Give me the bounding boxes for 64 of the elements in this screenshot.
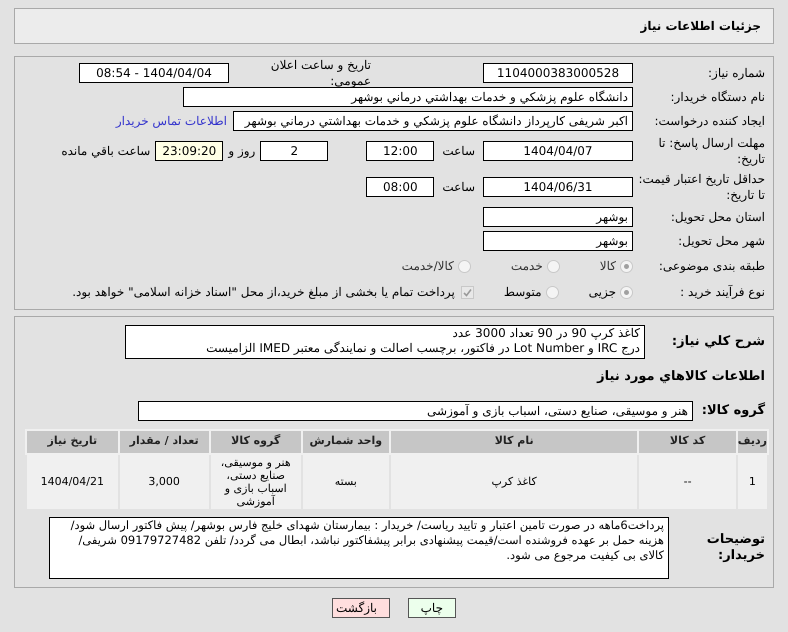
notes-box[interactable]: پرداخت6ماهه در صورت تامین اعتبار و تایید ریاست/ خریدار : بیمارستان شهدای خلیج فارس بوشهر/ پیش فاکتور ارسال شود/ هزینه حمل بر عهده فروشنده است/قیمت پیشنهادی برابر پیشفاکتور نباشد، ابطال می گردد/ تلفن 09179727482 شریفی/ کالای بی کیفیت مرجوع می شود.: [49, 516, 669, 578]
radio-label: متوسط: [504, 284, 542, 301]
column-header: واحد شمارش: [302, 430, 390, 454]
need-number-field: 1104000383000528: [483, 63, 633, 83]
radio-label: خدمت: [510, 258, 543, 275]
table-cell: بسته: [302, 454, 390, 510]
table-cell: کاغذ کرپ: [390, 454, 638, 510]
contact-link[interactable]: اطلاعات تماس خریدار: [116, 112, 227, 130]
field-label: توضیحات خریدار:: [706, 532, 766, 564]
remaining-time-field: 23:09:20: [155, 141, 224, 161]
print-button[interactable]: چاپ: [408, 598, 456, 618]
column-header: ردیف: [736, 430, 768, 454]
radio-label: کالا: [600, 258, 616, 275]
radio-button[interactable]: [620, 260, 633, 272]
column-header: تاریخ نیاز: [26, 430, 119, 454]
announce-date-field: 1404/04/04 - 08:54: [79, 63, 229, 83]
column-header: نام کالا: [390, 430, 638, 454]
field-label: شرح كلي نياز:: [670, 334, 766, 350]
field-label: طبقه بندی موضوعی:: [658, 258, 766, 274]
table-cell: 3,000: [118, 454, 210, 510]
table-cell: 1404/04/21: [26, 454, 119, 510]
goods-group-field: هنر و موسیقی، صنایع دستی، اسباب بازی و آموزشی: [138, 400, 693, 420]
checkbox-label: پرداخت تمام یا بخشی از مبلغ خرید،از محل "اسناد خزانه اسلامی" خواهد بود.: [72, 284, 455, 301]
field-label: شماره نیاز:: [707, 65, 766, 81]
column-header: گروه کالا: [210, 430, 302, 454]
days-text: روز و: [228, 143, 256, 160]
description-line: درج IRC و Lot Number در فاکتور، برچسب اصالت و نمایندگی معتبر IMED الزامیست: [206, 341, 640, 356]
deadline-date-field: 1404/04/07: [483, 141, 633, 161]
field-label: حداقل تاریخ اعتبار قیمت: تا تاریخ:: [637, 171, 766, 203]
time-label: ساعت: [442, 179, 475, 196]
radio-button[interactable]: [546, 286, 559, 298]
column-header: کد کالا: [638, 430, 737, 454]
table-cell: هنر و موسیقی، صنایع دستی، اسباب بازی و آموزشی: [210, 454, 302, 510]
page-title: جزئیات اطلاعات نیاز: [640, 18, 761, 35]
time-label: ساعت: [442, 143, 475, 160]
radio-label: کالا/خدمت: [402, 258, 454, 275]
province-field: بوشهر: [483, 207, 633, 227]
column-header: تعداد / مقدار: [118, 430, 210, 454]
radio-label: جزیی: [588, 284, 616, 301]
city-field: بوشهر: [483, 231, 633, 251]
field-label: ایجاد کننده درخواست:: [653, 113, 766, 129]
field-label: استان محل تحویل:: [670, 209, 766, 225]
field-label: شهر محل تحویل:: [677, 233, 766, 249]
checkbox[interactable]: [460, 286, 474, 298]
radio-button[interactable]: [546, 260, 560, 272]
deadline-time-field: 12:00: [366, 141, 434, 161]
table-cell: --: [638, 454, 737, 510]
back-button[interactable]: بازگشت: [332, 598, 390, 618]
field-label: گروه کالا:: [700, 402, 766, 418]
buyer-org-field: دانشگاه علوم پزشکي و خدمات بهداشتي درماني بوشهر: [183, 87, 633, 107]
radio-button[interactable]: [620, 286, 633, 298]
validity-time-field: 08:00: [366, 177, 434, 197]
radio-button[interactable]: [458, 260, 471, 272]
section-title: اطلاعات كالاهاي مورد نياز: [597, 368, 766, 386]
field-label: نام دستگاه خریدار:: [670, 89, 766, 105]
creator-field: اکبر شریفی کارپرداز دانشگاه علوم پزشکي و خدمات بهداشتي درماني بوشهر: [233, 111, 633, 131]
description-line: كاغذ كرپ 90 در 90 تعداد 3000 عدد: [452, 326, 640, 341]
description-box[interactable]: كاغذ كرپ 90 در 90 تعداد 3000 عدد درج IRC و Lot Number در فاکتور، برچسب اصالت و نمایندگی معتبر IMED الزامیست: [125, 325, 645, 359]
days-field: 2: [260, 141, 328, 161]
field-label: مهلت ارسال پاسخ: تا تاریخ:: [657, 135, 766, 167]
field-label: نوع فرآیند خرید :: [679, 284, 766, 300]
remaining-text: ساعت باقي مانده: [61, 143, 150, 160]
validity-date-field: 1404/06/31: [483, 177, 633, 197]
table-cell: 1: [736, 454, 768, 510]
